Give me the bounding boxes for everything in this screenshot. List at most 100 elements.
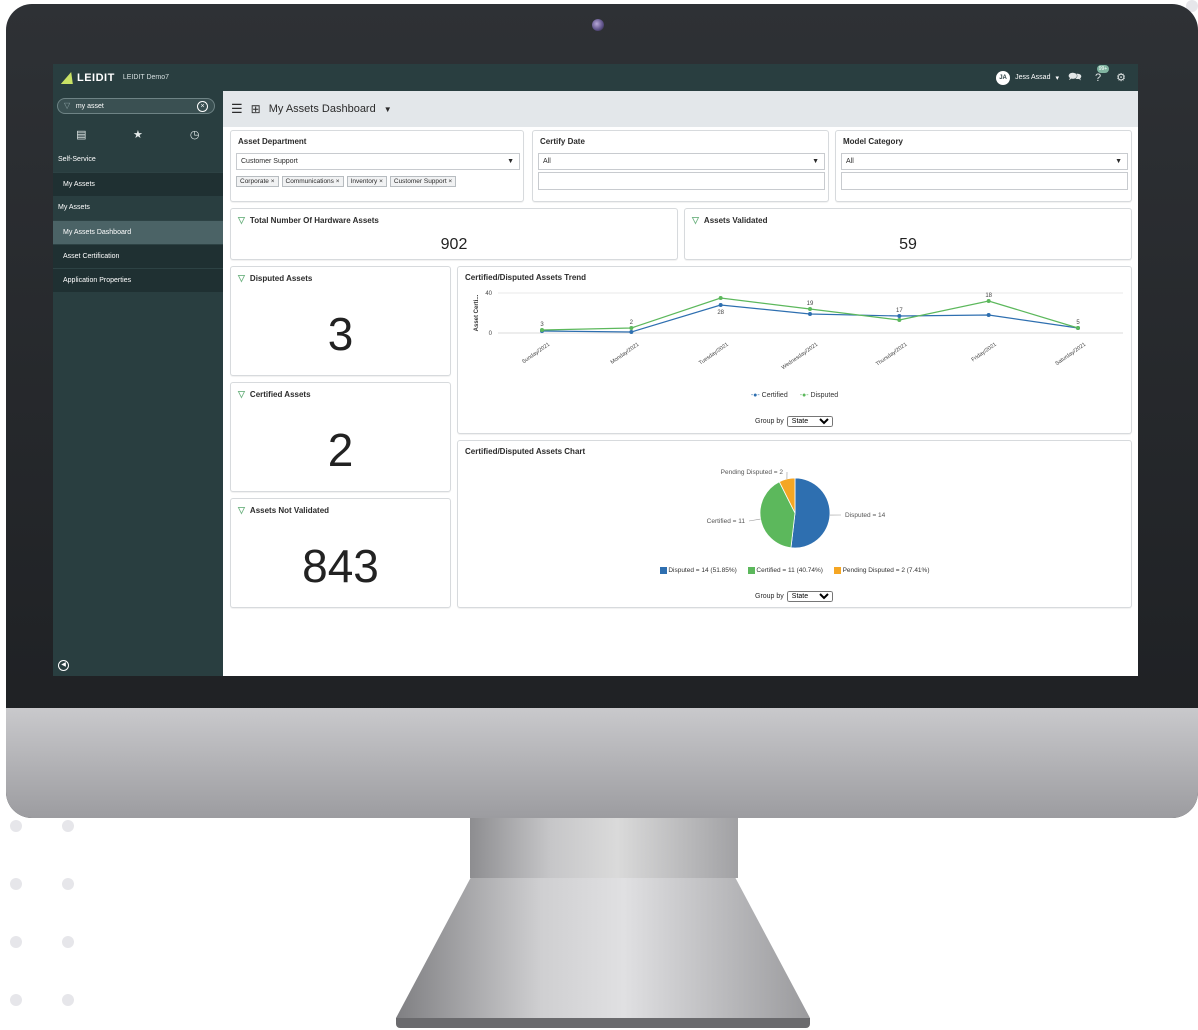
main-content: ☰ ⊞ My Assets Dashboard ▼ Asset Departme… — [223, 91, 1138, 676]
data-point-disputed — [1076, 326, 1080, 330]
nav-item-asset-certification[interactable]: Asset Certification — [53, 244, 223, 268]
clear-icon[interactable]: × — [197, 100, 208, 112]
trend-chart-card: Certified/Disputed Assets Trend 40 0 Asset… — [457, 266, 1132, 434]
all-apps-icon[interactable]: ▤ — [61, 128, 101, 141]
filter-title: Model Category — [843, 137, 904, 146]
select-value: Customer Support — [241, 158, 298, 165]
pie-leader-line — [748, 518, 761, 522]
select-value: All — [846, 158, 854, 165]
kpi-title: ▽ Assets Not Validated — [238, 505, 329, 516]
nav-list: Self-Service My Assets My Assets My Asse… — [53, 148, 223, 292]
data-label: 19 — [807, 301, 814, 307]
trend-group-by: Group by State — [755, 416, 833, 427]
kpi-title-text: Disputed Assets — [249, 274, 313, 283]
x-tick-label: Sunday/2021 — [521, 342, 551, 366]
decor-dot — [62, 994, 74, 1006]
menu-icon[interactable]: ☰ — [231, 101, 243, 117]
kpi-certified-assets[interactable]: ▽ Certified Assets 2 — [230, 382, 451, 492]
data-point-certified — [897, 314, 902, 318]
legend-certified[interactable]: Certified = 11 (40.74%) — [747, 567, 823, 574]
filter-icon[interactable]: ▽ — [238, 215, 245, 226]
legend-pending-disputed[interactable]: Pending Disputed = 2 (7.41%) — [833, 567, 930, 574]
logo-mark-icon — [60, 71, 78, 84]
legend-certified[interactable]: -●- Certified — [751, 392, 788, 399]
chip[interactable]: Customer Support × — [389, 175, 457, 187]
kpi-value: 2 — [327, 424, 354, 476]
nav-section-self-service[interactable]: Self-Service — [53, 148, 223, 172]
camera-icon — [592, 19, 604, 31]
dropdown-arrow-icon: ▼ — [1115, 158, 1122, 165]
history-clock-icon[interactable]: ◷ — [175, 128, 215, 141]
data-point-certified — [986, 313, 991, 317]
decor-dot — [10, 820, 22, 832]
group-by-select[interactable]: State — [786, 416, 833, 427]
caret-down-icon[interactable]: ▼ — [384, 105, 392, 114]
filter-icon[interactable]: ▽ — [238, 505, 245, 516]
nav-item-my-assets[interactable]: My Assets — [53, 172, 223, 196]
kpi-value: 3 — [327, 308, 354, 360]
kpi-title: ▽ Assets Validated — [692, 215, 768, 226]
favorites-star-icon[interactable]: ★ — [118, 128, 158, 141]
filter-icon[interactable]: ▽ — [692, 215, 699, 226]
chip[interactable]: Inventory × — [346, 175, 387, 187]
decor-dot — [62, 878, 74, 890]
brand-logo[interactable]: LEIDIT — [60, 71, 115, 84]
pie-legend: Disputed = 14 (51.85%) Certified = 11 (4… — [458, 567, 1131, 574]
decor-dot — [62, 936, 74, 948]
pie-chart: Disputed = 14 Certified = 11 Pending Dispu… — [707, 469, 886, 549]
decor-dot — [10, 936, 22, 948]
kpi-value: 59 — [899, 236, 917, 253]
legend-disputed[interactable]: -●- Disputed — [800, 392, 838, 399]
data-point-disputed — [986, 299, 991, 303]
model-category-select[interactable]: All ▼ — [841, 153, 1128, 170]
dropdown-arrow-icon: ▼ — [812, 158, 819, 165]
chat-icon[interactable]: 🗪 — [1068, 71, 1082, 85]
grid-icon[interactable]: ⊞ — [251, 102, 261, 116]
kpi-total-hardware[interactable]: ▽ Total Number Of Hardware Assets 902 — [230, 208, 678, 260]
instance-name: LEIDIT Demo7 — [122, 74, 170, 81]
pie-slice-label: Disputed = 14 — [845, 512, 886, 519]
user-menu[interactable]: JA Jess Assad ▾ — [996, 70, 1059, 85]
model-category-input[interactable] — [841, 172, 1128, 190]
nav-item-my-assets-dashboard[interactable]: My Assets Dashboard — [53, 220, 223, 244]
data-label: 5 — [1076, 320, 1080, 326]
data-point-certified — [629, 330, 634, 334]
group-by-select[interactable]: State — [786, 591, 833, 602]
x-tick-label: Tuesday/2021 — [698, 342, 730, 367]
pie-group-by: Group by State — [755, 591, 833, 602]
monitor-stand-base — [396, 1018, 810, 1028]
data-label: 2 — [630, 320, 634, 326]
chip[interactable]: Communications × — [281, 175, 344, 187]
nav-filter-input[interactable] — [75, 102, 194, 110]
certify-date-input[interactable] — [538, 172, 825, 190]
filter-title: Certify Date — [540, 137, 585, 146]
pie-chart-card: Certified/Disputed Assets Chart Disputed… — [457, 440, 1132, 608]
dropdown-arrow-icon: ▼ — [507, 158, 514, 165]
collapse-nav-icon[interactable]: ◀ — [58, 660, 69, 671]
sidebar: ▽ × ▤ ★ ◷ Self-Service My Assets My Asse… — [53, 91, 223, 676]
kpi-assets-not-validated[interactable]: ▽ Assets Not Validated 843 — [230, 498, 451, 608]
nav-item-application-properties[interactable]: Application Properties — [53, 268, 223, 292]
kpi-assets-validated[interactable]: ▽ Assets Validated 59 — [684, 208, 1132, 260]
nav-section-my-assets[interactable]: My Assets — [53, 196, 223, 220]
kpi-title: ▽ Certified Assets — [238, 389, 311, 400]
data-point-disputed — [540, 328, 544, 332]
selected-chips: Corporate × Communications × Inventory ×… — [236, 172, 457, 190]
chip[interactable]: Corporate × — [236, 175, 279, 187]
page-title[interactable]: My Assets Dashboard — [269, 103, 376, 115]
trend-legend: -●- Certified -●- Disputed — [458, 392, 1131, 399]
legend-disputed[interactable]: Disputed = 14 (51.85%) — [659, 567, 737, 574]
data-point-disputed — [897, 318, 902, 322]
kpi-disputed-assets[interactable]: ▽ Disputed Assets 3 — [230, 266, 451, 376]
kpi-value: 902 — [440, 236, 468, 253]
nav-filter: ▽ × — [57, 98, 215, 114]
x-tick-label: Wednesday/2021 — [781, 342, 819, 371]
filter-icon[interactable]: ▽ — [238, 273, 245, 284]
help-icon[interactable]: ? 99+ — [1091, 64, 1109, 85]
monitor-neck — [470, 818, 738, 878]
asset-department-select[interactable]: Customer Support ▼ — [236, 153, 520, 170]
data-point-certified — [718, 303, 723, 307]
certify-date-select[interactable]: All ▼ — [538, 153, 825, 170]
gear-icon[interactable]: ⚙ — [1114, 71, 1128, 85]
filter-icon[interactable]: ▽ — [238, 389, 245, 400]
